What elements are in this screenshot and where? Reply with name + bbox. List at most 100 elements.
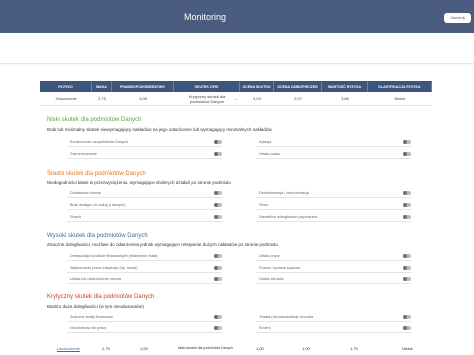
cell-safeguards-score: 1,00: [302, 346, 310, 351]
item-label: Pozew / sprawa sądowa: [259, 266, 300, 270]
toggle-switch[interactable]: [403, 254, 411, 258]
impact-toggle-item[interactable]: Utrata czasu: [256, 151, 411, 159]
toggle-switch[interactable]: [214, 326, 222, 330]
impact-toggle-item[interactable]: Brak dostępu do usług (i danych): [67, 202, 222, 210]
impact-toggle-item[interactable]: Niewielkie dolegliwości psychiczne: [256, 214, 411, 222]
item-label: Utrata zdrowia: [259, 277, 284, 281]
toggle-switch[interactable]: [214, 254, 222, 258]
toggle-switch[interactable]: [403, 266, 411, 270]
impact-toggle-item[interactable]: Defraudacja środków finansowych (relatyw…: [67, 253, 222, 261]
col-header-impact-desc: SKUTEK OPIS: [174, 81, 240, 92]
cell-risk-class: Niskie: [402, 346, 413, 351]
toggle-switch[interactable]: [403, 315, 411, 319]
col-header-weight: WAGA: [92, 81, 112, 92]
toggle-switch[interactable]: [403, 191, 411, 195]
risk-table-header: RYZYKO WAGA PRAWDOPODOBIEŃSTWO SKUTEK OP…: [40, 81, 432, 92]
section-title-low: Niski skutek dla podmiotów Danych: [47, 117, 142, 123]
impact-toggle-item[interactable]: Śmierć: [256, 325, 411, 333]
cell-risk-value: 3,86: [341, 96, 349, 101]
toggle-switch[interactable]: [403, 152, 411, 156]
item-label: Irytacja: [259, 140, 272, 144]
impact-select-value[interactable]: Niski skutek dla podmiotów Danych: [178, 346, 238, 350]
col-header-risk-value: WARTOŚĆ RYZYKA: [322, 81, 368, 92]
item-label: Dodatkowe koszty: [70, 191, 101, 195]
impact-toggle-item[interactable]: Dodatkowe koszty: [67, 190, 222, 198]
col-header-safeguards-score: OCENA ZABEZPIECZEŃ: [274, 81, 322, 92]
table-row: Zniszczenie 2,75 3,06 Krytyczny skutek d…: [40, 92, 432, 106]
impact-toggle-item[interactable]: Pozew / sprawa sądowa: [256, 265, 411, 273]
item-label: Utrata pracy: [259, 254, 280, 258]
section-title-high: Wysoki skutek dla podmiotów Danych: [47, 233, 148, 239]
impact-toggle-item[interactable]: Trwała (nieodwracalna) choroba: [256, 314, 411, 322]
impact-toggle-item[interactable]: Irytacja: [256, 139, 411, 147]
item-label: Konieczność uzupełnienia Danych: [70, 140, 128, 144]
close-button[interactable]: Zamknij: [444, 13, 471, 23]
col-header-impact-score: OCENA SKUTKU: [240, 81, 274, 92]
item-label: Strach: [70, 215, 81, 219]
cell-probability: 1,00: [140, 346, 148, 351]
item-label: Dezinformacja / dezorientacja: [259, 191, 310, 195]
item-label: Brak dostępu do usług (i danych): [70, 203, 126, 207]
cell-risk-class: Niskie: [394, 96, 406, 101]
impact-select-value: Krytyczny skutek dla podmiotów Danych: [188, 93, 226, 104]
impact-toggle-item[interactable]: Utrata zdrowia: [256, 276, 411, 284]
section-desc-medium: Niedogodności łatwe w przezwyciężeniu, w…: [47, 180, 231, 185]
impact-select[interactable]: Krytyczny skutek dla podmiotów Danych ⌄: [174, 92, 240, 105]
toggle-switch[interactable]: [403, 140, 411, 144]
sub-header: [0, 33, 474, 64]
toggle-switch[interactable]: [214, 315, 222, 319]
col-header-risk: RYZYKO: [40, 81, 92, 92]
section-desc-high: Znaczne dolegliwości, możliwe do odwróce…: [47, 242, 278, 247]
col-header-probability: PRAWDOPODOBIEŃSTWO: [112, 81, 174, 92]
table-row: Uszkodzenie 2,75 1,00 Niski skutek dla p…: [40, 345, 432, 355]
cell-risk-value: 1,75: [350, 346, 358, 351]
impact-toggle-item[interactable]: Wykluczenie przez instytucje (np. banki): [67, 265, 222, 273]
section-title-critical: Krytyczny skutek dla podmiotów Danych: [47, 294, 155, 300]
item-label: Niewielkie dolegliwości psychiczne: [259, 215, 318, 219]
item-label: Zdenerwowanie: [70, 152, 97, 156]
item-label: Defraudacja środków finansowych (relatyw…: [70, 254, 158, 258]
section-title-medium: Średni skutek dla podmiotów Danych: [47, 171, 146, 177]
impact-toggle-item[interactable]: Zdenerwowanie: [67, 151, 222, 159]
toggle-switch[interactable]: [214, 203, 222, 207]
impact-toggle-item[interactable]: Niezdolność do pracy: [67, 325, 222, 333]
toggle-switch[interactable]: [403, 203, 411, 207]
item-label: Utrata czasu: [259, 152, 281, 156]
cell-weight: 2,75: [98, 96, 106, 101]
toggle-switch[interactable]: [214, 191, 222, 195]
section-desc-critical: Bardzo duże dolegliwości (w tym nieodwra…: [47, 304, 145, 309]
cell-impact-score: 1,00: [256, 346, 264, 351]
item-label: Znaczne straty finansowe: [70, 315, 114, 319]
toggle-switch[interactable]: [214, 140, 222, 144]
item-label: Utrata lub uszkodzenie mienia: [70, 277, 121, 281]
page-title: Monitoring: [184, 12, 227, 22]
cell-safeguards-score: 2,07: [294, 96, 302, 101]
cell-risk: Zniszczenie: [55, 96, 77, 101]
toggle-switch[interactable]: [214, 215, 222, 219]
impact-toggle-item[interactable]: Znaczne straty finansowe: [67, 314, 222, 322]
item-label: Niezdolność do pracy: [70, 326, 107, 330]
impact-toggle-item[interactable]: Strach: [67, 214, 222, 222]
impact-toggle-item[interactable]: Utrata pracy: [256, 253, 411, 261]
cell-weight: 2,75: [102, 346, 110, 351]
chevron-down-icon: ⌄: [234, 96, 238, 101]
cell-probability: 3,06: [139, 96, 147, 101]
toggle-switch[interactable]: [214, 277, 222, 281]
toggle-switch[interactable]: [403, 215, 411, 219]
impact-toggle-item[interactable]: Konieczność uzupełnienia Danych: [67, 139, 222, 147]
app-header: Monitoring Zamknij: [0, 0, 474, 33]
toggle-switch[interactable]: [403, 326, 411, 330]
risk-table: RYZYKO WAGA PRAWDOPODOBIEŃSTWO SKUTEK OP…: [40, 81, 432, 106]
section-desc-low: Brak lub minimalny skutek niewymagający …: [47, 127, 272, 132]
cell-impact-score: 4,94: [253, 96, 261, 101]
toggle-switch[interactable]: [214, 152, 222, 156]
item-label: Wykluczenie przez instytucje (np. banki): [70, 266, 138, 270]
cell-risk[interactable]: Uszkodzenie: [57, 346, 80, 351]
col-header-risk-class: KLASYFIKACJA RYZYKA: [368, 81, 432, 92]
toggle-switch[interactable]: [403, 277, 411, 281]
impact-toggle-item[interactable]: Stres: [256, 202, 411, 210]
impact-toggle-item[interactable]: Utrata lub uszkodzenie mienia: [67, 276, 222, 284]
item-label: Trwała (nieodwracalna) choroba: [259, 315, 314, 319]
impact-toggle-item[interactable]: Dezinformacja / dezorientacja: [256, 190, 411, 198]
toggle-switch[interactable]: [214, 266, 222, 270]
